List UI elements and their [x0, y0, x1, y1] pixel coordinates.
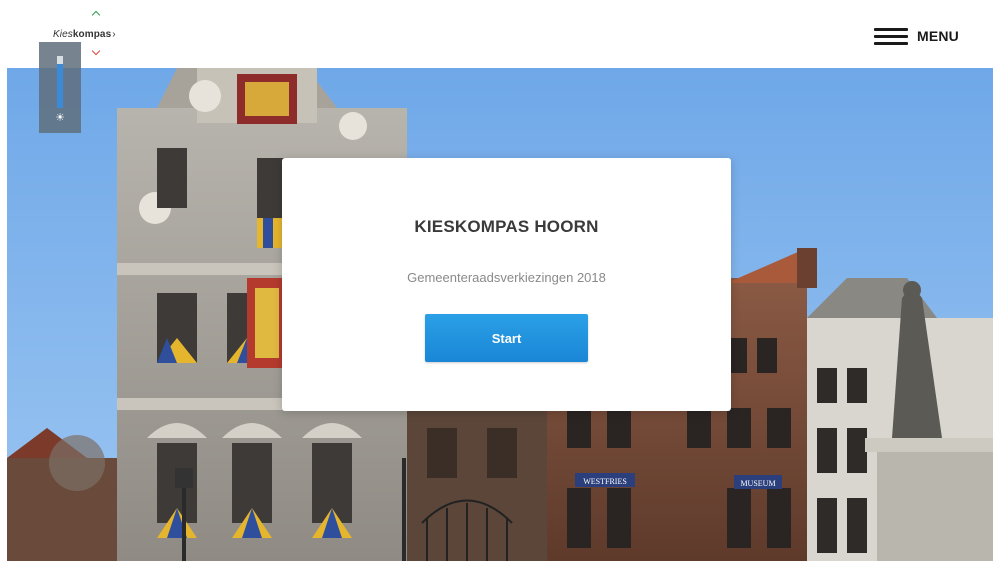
- card-title: KIESKOMPAS HOORN: [414, 217, 599, 236]
- hamburger-icon: [873, 26, 908, 46]
- start-button[interactable]: Start: [425, 314, 588, 362]
- logo-prefix: Kies: [53, 29, 73, 40]
- brightness-slider[interactable]: ☀: [39, 42, 81, 133]
- logo-down-arrow-icon: [91, 46, 101, 56]
- card-subtitle: Gemeenteraadsverkiezingen 2018: [407, 270, 606, 285]
- westfries-sign: WESTFRIES: [583, 477, 627, 486]
- intro-card: KIESKOMPAS HOORN Gemeenteraadsverkiezing…: [282, 158, 731, 411]
- page: Kieskompas› MENU WESTFRIES MUSEUM ☀ KIES…: [0, 0, 993, 561]
- logo-suffix: kompas: [72, 29, 112, 40]
- brightness-slider-fill: [57, 63, 63, 108]
- logo-chevron-icon: ›: [112, 29, 116, 40]
- menu-label: MENU: [916, 28, 959, 44]
- site-header: Kieskompas› MENU: [0, 0, 993, 68]
- museum-sign: MUSEUM: [740, 479, 775, 488]
- menu-button[interactable]: MENU: [873, 24, 959, 48]
- sun-icon: ☀: [55, 112, 65, 124]
- logo[interactable]: Kieskompas›: [53, 29, 116, 40]
- brightness-slider-track[interactable]: [57, 56, 63, 108]
- logo-up-arrow-icon: [91, 10, 101, 20]
